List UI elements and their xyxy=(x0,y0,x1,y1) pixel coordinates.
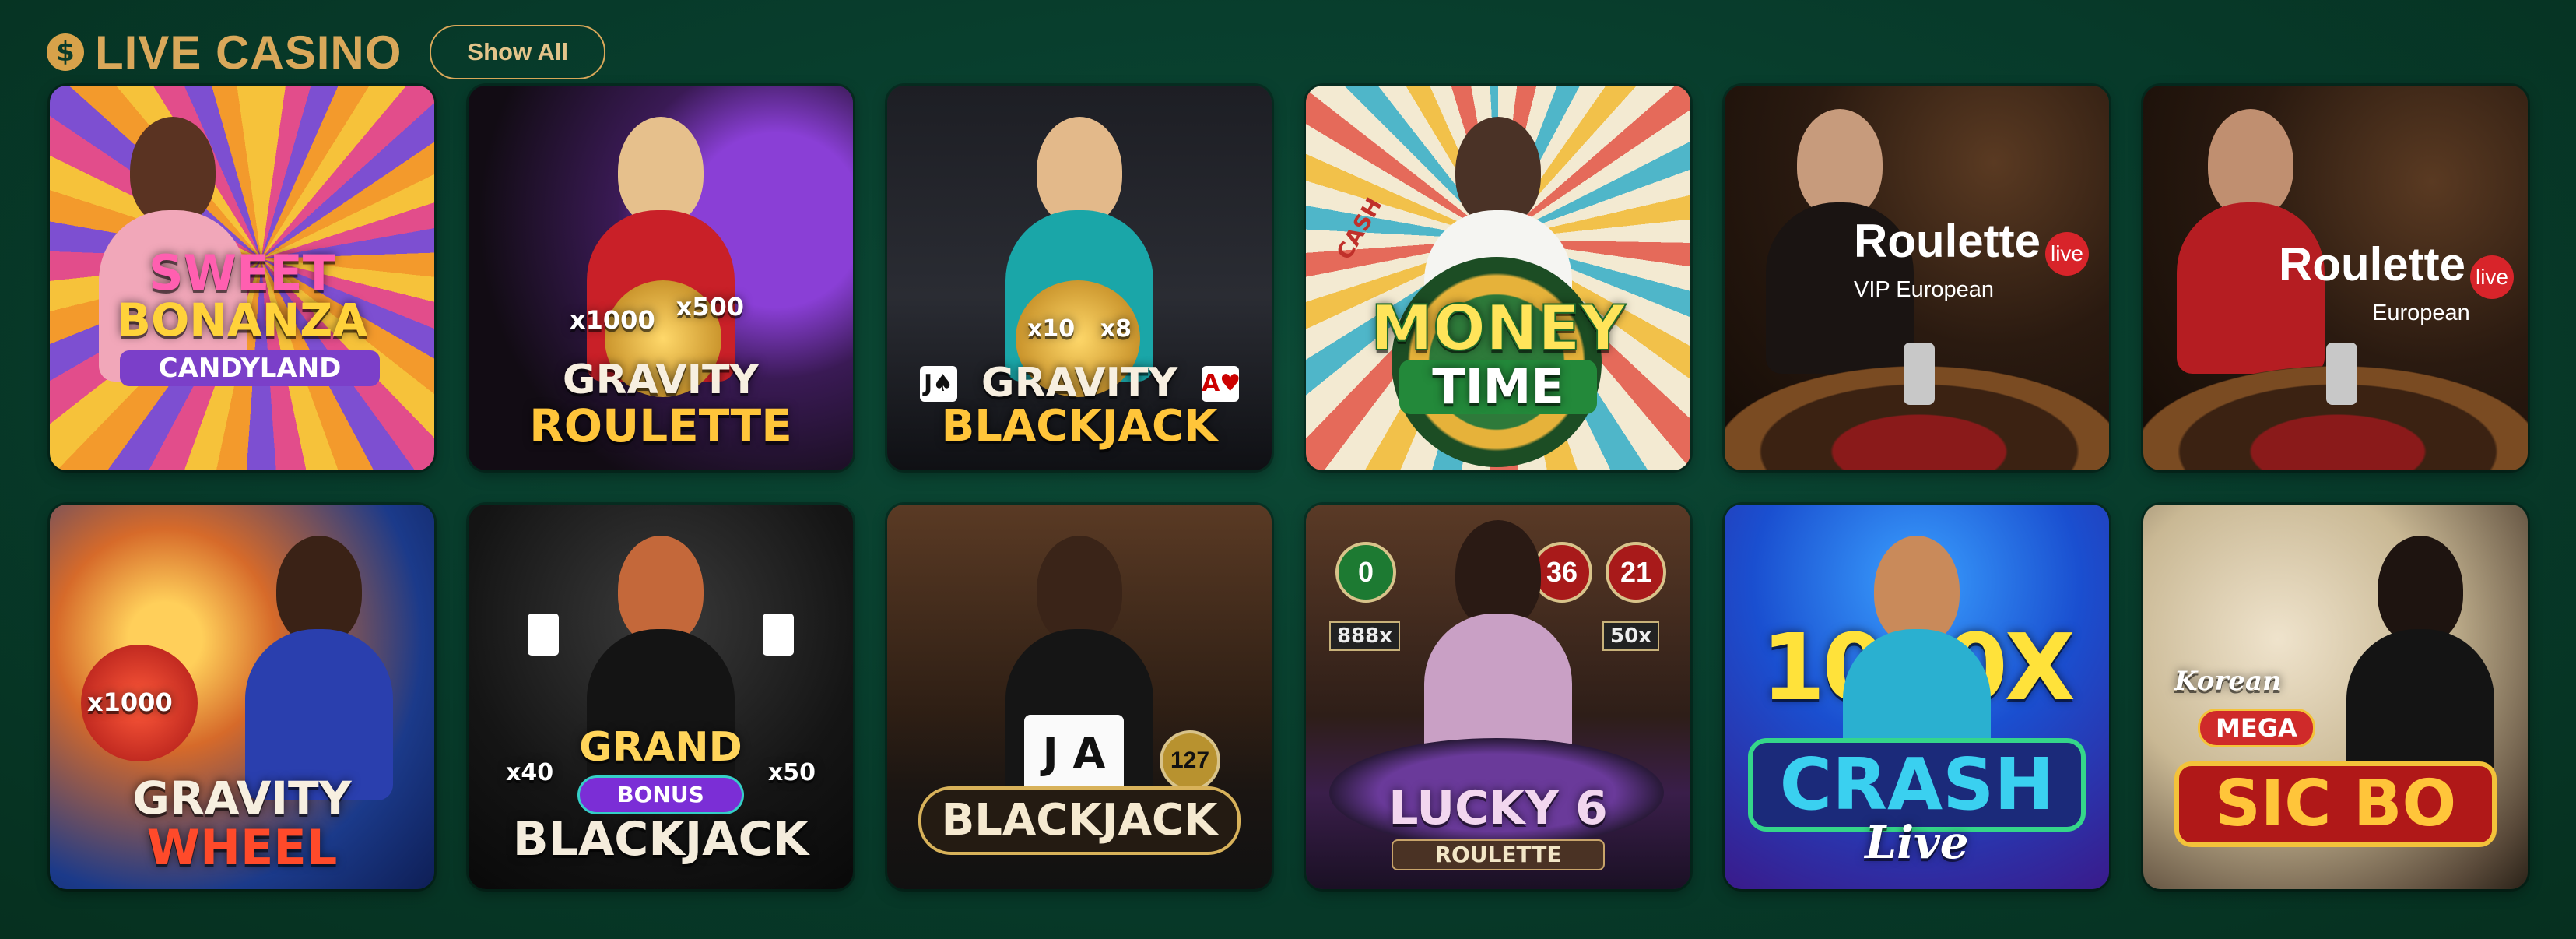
section-title: LIVE CASINO xyxy=(95,26,402,79)
game-logo-line3: BLACKJACK xyxy=(512,812,809,867)
game-logo-line1: BLACKJACK xyxy=(918,786,1241,855)
multiplier-a: x1000 xyxy=(87,688,173,717)
multiplier-label-a: 888x xyxy=(1329,621,1401,651)
game-logo-line3: SIC BO xyxy=(2174,761,2497,847)
dealer-figure xyxy=(2346,536,2494,800)
game-logo-line1: GRAVITY xyxy=(562,357,760,403)
game-tile-gravity-blackjack[interactable]: x10 x8 J♠ A♥ GRAVITY BLACKJACK xyxy=(887,86,1272,470)
game-logo-line3: CANDYLAND xyxy=(120,350,380,386)
multiplier-label-b: 50x xyxy=(1602,621,1659,651)
game-logo-line1: Roulette xyxy=(1854,215,2041,267)
multiplier-a: x10 xyxy=(1027,315,1076,343)
multiplier-b: x8 xyxy=(1100,315,1132,343)
game-logo-line1: LUCKY 6 xyxy=(1388,781,1608,835)
game-logo-line2: MEGA xyxy=(2198,709,2315,747)
game-tile-sweet-bonanza-candyland[interactable]: SWEET BONANZA CANDYLAND xyxy=(50,86,434,470)
game-logo-line2: ROULETTE xyxy=(1392,839,1605,870)
game-tile-korean-mega-sic-bo[interactable]: Korean MEGA SIC BO xyxy=(2143,505,2528,889)
live-badge: live xyxy=(2470,255,2514,299)
game-logo-line2: European xyxy=(2372,300,2470,325)
roulette-title: Roulette live VIP European xyxy=(1854,214,2089,303)
playing-cards: J A xyxy=(1024,715,1124,793)
game-tile-crash-live[interactable]: 1000X CRASH Live xyxy=(1725,505,2109,889)
number-ball-21: 21 xyxy=(1606,542,1666,603)
game-logo-line1: MONEY xyxy=(1370,292,1626,364)
game-tile-gravity-wheel[interactable]: x1000 GRAVITY WHEEL xyxy=(50,505,434,889)
dollar-coin-icon: $ xyxy=(47,33,84,71)
game-tile-gravity-roulette[interactable]: x1000 x500 GRAVITY ROULETTE xyxy=(469,86,853,470)
show-all-button[interactable]: Show All xyxy=(430,25,606,79)
game-tile-money-time[interactable]: CASH MONEY TIME xyxy=(1306,86,1690,470)
game-logo-line2: BLACKJACK xyxy=(941,401,1218,452)
game-logo-line2: BONANZA xyxy=(116,294,368,346)
number-ball-0: 0 xyxy=(1335,542,1396,603)
section-header: $ LIVE CASINO Show All xyxy=(47,17,606,87)
game-logo-line1: Korean xyxy=(2174,666,2282,697)
game-logo-line1: GRAVITY xyxy=(981,360,1178,406)
game-logo-line2: VIP European xyxy=(1854,276,1995,302)
roulette-title: Roulette live European xyxy=(2279,237,2514,326)
game-logo-line2: WHEEL xyxy=(146,819,338,876)
game-tile-roulette-vip-european[interactable]: Roulette live VIP European xyxy=(1725,86,2109,470)
game-tile-lucky-6-roulette[interactable]: 0 36 21 888x 50x LUCKY 6 ROULETTE xyxy=(1306,505,1690,889)
game-logo-line2: BONUS xyxy=(577,775,744,814)
live-badge: live xyxy=(2045,231,2089,276)
game-logo-line1: Roulette xyxy=(2279,238,2465,290)
multiplier-b: x500 xyxy=(676,292,744,322)
playing-card-left xyxy=(528,614,559,656)
game-logo-line2: TIME xyxy=(1399,360,1597,414)
chip-badge: 127 xyxy=(1160,730,1220,791)
game-logo-line3: Live xyxy=(1865,816,1969,869)
game-tile-roulette-european[interactable]: Roulette live European xyxy=(2143,86,2528,470)
game-logo-line1: GRAVITY xyxy=(132,772,352,825)
dealer-figure xyxy=(244,536,393,800)
playing-card-right xyxy=(763,614,794,656)
game-tile-blackjack[interactable]: J A 127 BLACKJACK xyxy=(887,505,1272,889)
game-logo-line2: ROULETTE xyxy=(529,399,792,452)
games-grid: SWEET BONANZA CANDYLAND x1000 x500 GRAVI… xyxy=(50,86,2528,889)
multiplier-a: x1000 xyxy=(570,305,655,335)
game-tile-grand-bonus-blackjack[interactable]: x40 x50 GRAND BONUS BLACKJACK xyxy=(469,505,853,889)
game-logo-line1: SWEET xyxy=(148,244,336,301)
game-logo-line1: GRAND xyxy=(579,724,742,771)
